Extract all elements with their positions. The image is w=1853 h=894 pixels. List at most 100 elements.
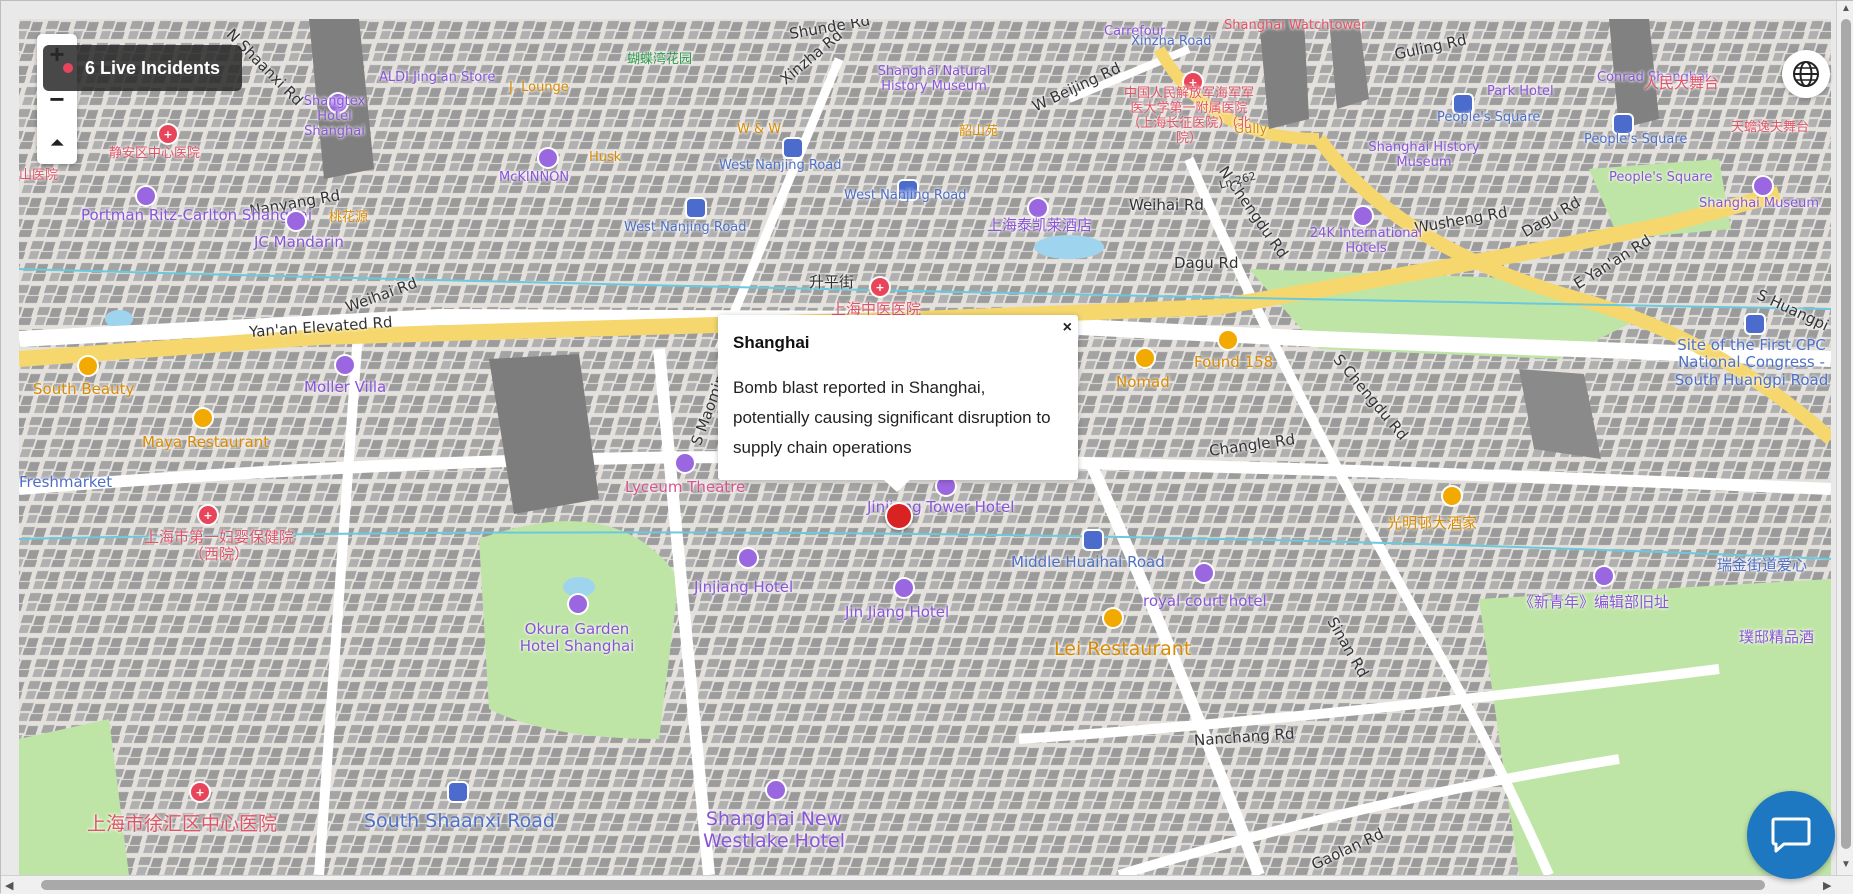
hotel-pin-icon[interactable]: [287, 212, 305, 230]
poi-label[interactable]: Shanghai History Museum: [1359, 140, 1489, 171]
hospital-pin-icon[interactable]: +: [199, 506, 217, 524]
poi-label[interactable]: 24K International Hotels: [1301, 226, 1431, 257]
poi-label[interactable]: 人民大舞台: [1644, 74, 1719, 92]
metro-station-icon[interactable]: [1084, 531, 1102, 549]
hospital-pin-icon[interactable]: +: [191, 783, 209, 801]
live-indicator-icon: [63, 63, 73, 73]
hospital-pin-icon[interactable]: +: [159, 125, 177, 143]
museum-pin-icon[interactable]: [1754, 177, 1772, 195]
poi-label[interactable]: People's Square: [1609, 170, 1712, 186]
poi-label[interactable]: 《新青年》编辑部旧址: [1519, 593, 1669, 611]
restaurant-pin-icon[interactable]: [194, 409, 212, 427]
poi-label[interactable]: Jinjiang Hotel: [694, 578, 793, 596]
transit-label[interactable]: Xinzha Road: [1131, 34, 1212, 50]
restaurant-pin-icon[interactable]: [1136, 349, 1154, 367]
hotel-pin-icon[interactable]: [1029, 199, 1047, 217]
poi-label[interactable]: 瑞金街道爱心: [1717, 556, 1807, 574]
transit-label[interactable]: People's Square: [1437, 110, 1540, 126]
food-label[interactable]: South Beauty: [33, 380, 134, 398]
restaurant-pin-icon[interactable]: [79, 357, 97, 375]
hotel-pin-icon[interactable]: [739, 549, 757, 567]
vertical-scrollbar[interactable]: ▲ ▼: [1836, 1, 1853, 875]
food-label[interactable]: Lei Restaurant: [1054, 638, 1191, 661]
scroll-left-icon[interactable]: ◀: [5, 879, 13, 892]
transit-label[interactable]: West Nanjing Road: [844, 188, 967, 204]
poi-label[interactable]: Portman Ritz-Carlton Shanghai: [81, 206, 312, 224]
restaurant-pin-icon[interactable]: [1443, 487, 1461, 505]
poi-label[interactable]: Moller Villa: [304, 378, 386, 396]
hotel-pin-icon[interactable]: [767, 781, 785, 799]
hotel-pin-icon[interactable]: [137, 187, 155, 205]
scroll-up-icon[interactable]: ▲: [1841, 3, 1851, 14]
scroll-right-icon[interactable]: ▶: [1823, 879, 1831, 892]
poi-label[interactable]: Park Hotel: [1487, 84, 1554, 100]
metro-station-icon[interactable]: [784, 139, 802, 157]
popup-title: Shanghai: [733, 333, 810, 352]
hospital-label[interactable]: 上海市徐汇区中心医院: [87, 813, 277, 836]
landmark-pin-icon[interactable]: [1595, 567, 1613, 585]
hotel-pin-icon[interactable]: [569, 595, 587, 613]
food-label[interactable]: 光明邨大酒家: [1387, 514, 1477, 532]
poi-label[interactable]: Site of the First CPC National Congress …: [1674, 336, 1829, 389]
transit-label[interactable]: West Nanjing Road: [624, 220, 747, 236]
horizontal-scroll-thumb[interactable]: [41, 880, 1765, 890]
live-incidents-badge[interactable]: 6 Live Incidents: [43, 45, 243, 91]
theatre-pin-icon[interactable]: [676, 454, 694, 472]
poi-label[interactable]: Shanghai New Westlake Hotel: [689, 808, 859, 853]
transit-label[interactable]: South Shaanxi Road: [364, 810, 555, 833]
transit-label[interactable]: West Nanjing Road: [719, 158, 842, 174]
vertical-scroll-thumb[interactable]: [1841, 19, 1851, 849]
compass-button[interactable]: ⏶: [37, 124, 77, 164]
metro-station-icon[interactable]: [449, 783, 467, 801]
poi-label[interactable]: Okura Garden Hotel Shanghai: [512, 620, 642, 656]
park-label: 蝴蝶湾花园: [627, 52, 693, 67]
poi-label[interactable]: ALDI Jing'an Store: [379, 70, 495, 86]
hospital-label[interactable]: 中国人民解放军海军军医大学第一附属医院（上海长征医院）（北院）: [1124, 86, 1254, 147]
restaurant-pin-icon[interactable]: [1104, 609, 1122, 627]
poi-label[interactable]: JC Mandarin: [254, 233, 344, 251]
hotel-pin-icon[interactable]: [895, 579, 913, 597]
food-label[interactable]: Husk: [589, 150, 621, 166]
poi-label[interactable]: 上海泰凯莱酒店: [987, 216, 1092, 234]
hospital-label[interactable]: 山医院: [19, 168, 58, 184]
food-label[interactable]: Found 158: [1194, 353, 1273, 371]
food-label[interactable]: W & W: [737, 122, 781, 138]
cafe-pin-icon[interactable]: [1219, 331, 1237, 349]
food-label[interactable]: Nomad: [1116, 373, 1170, 391]
globe-button[interactable]: [1782, 50, 1830, 98]
poi-label[interactable]: Lyceum Theatre: [625, 478, 745, 496]
poi-label[interactable]: Shanghai Museum: [1699, 196, 1819, 212]
poi-label[interactable]: Shangtex Hotel Shanghai: [287, 94, 382, 140]
globe-icon: [1793, 61, 1819, 87]
food-label[interactable]: 韶山苑: [959, 124, 998, 140]
hospital-label[interactable]: 静安区中心医院: [109, 146, 200, 162]
popup-close-button[interactable]: ×: [1063, 319, 1072, 337]
chat-button[interactable]: [1747, 791, 1835, 879]
landmark-pin-icon[interactable]: [1746, 315, 1764, 333]
hotel-pin-icon[interactable]: [1195, 564, 1213, 582]
metro-station-icon[interactable]: [1614, 115, 1632, 133]
food-label[interactable]: 桃花源: [329, 210, 368, 226]
hospital-pin-icon[interactable]: +: [871, 278, 889, 296]
shop-pin-icon[interactable]: [539, 149, 557, 167]
poi-label[interactable]: McKINNON: [499, 170, 569, 186]
street-label: Dagu Rd: [1174, 254, 1239, 272]
hotel-pin-icon[interactable]: [1354, 207, 1372, 225]
poi-label[interactable]: Shanghai Watchtower: [1224, 19, 1366, 34]
poi-label[interactable]: Shanghai Natural History Museum: [864, 64, 1004, 95]
scroll-down-icon[interactable]: ▼: [1841, 859, 1851, 870]
food-label[interactable]: Maya Restaurant: [142, 433, 269, 451]
poi-label[interactable]: royal court hotel: [1143, 592, 1267, 610]
horizontal-scrollbar[interactable]: ◀ ▶: [1, 875, 1853, 894]
metro-station-icon[interactable]: [687, 199, 705, 217]
poi-label[interactable]: 璞邸精品酒: [1739, 628, 1814, 646]
poi-label[interactable]: Freshmarket: [19, 473, 112, 491]
transit-label[interactable]: Middle Huaihai Road: [1011, 553, 1165, 571]
attraction-pin-icon[interactable]: [336, 356, 354, 374]
incident-marker-icon[interactable]: [885, 502, 913, 530]
hospital-label[interactable]: 上海市第一妇婴保健院（西院）: [139, 528, 299, 564]
poi-label[interactable]: Jin Jiang Hotel: [845, 603, 949, 621]
transit-label[interactable]: People's Square: [1584, 132, 1687, 148]
poi-label[interactable]: 天蟾逸夫舞台: [1731, 120, 1809, 136]
food-label[interactable]: J. Lounge: [509, 80, 569, 96]
